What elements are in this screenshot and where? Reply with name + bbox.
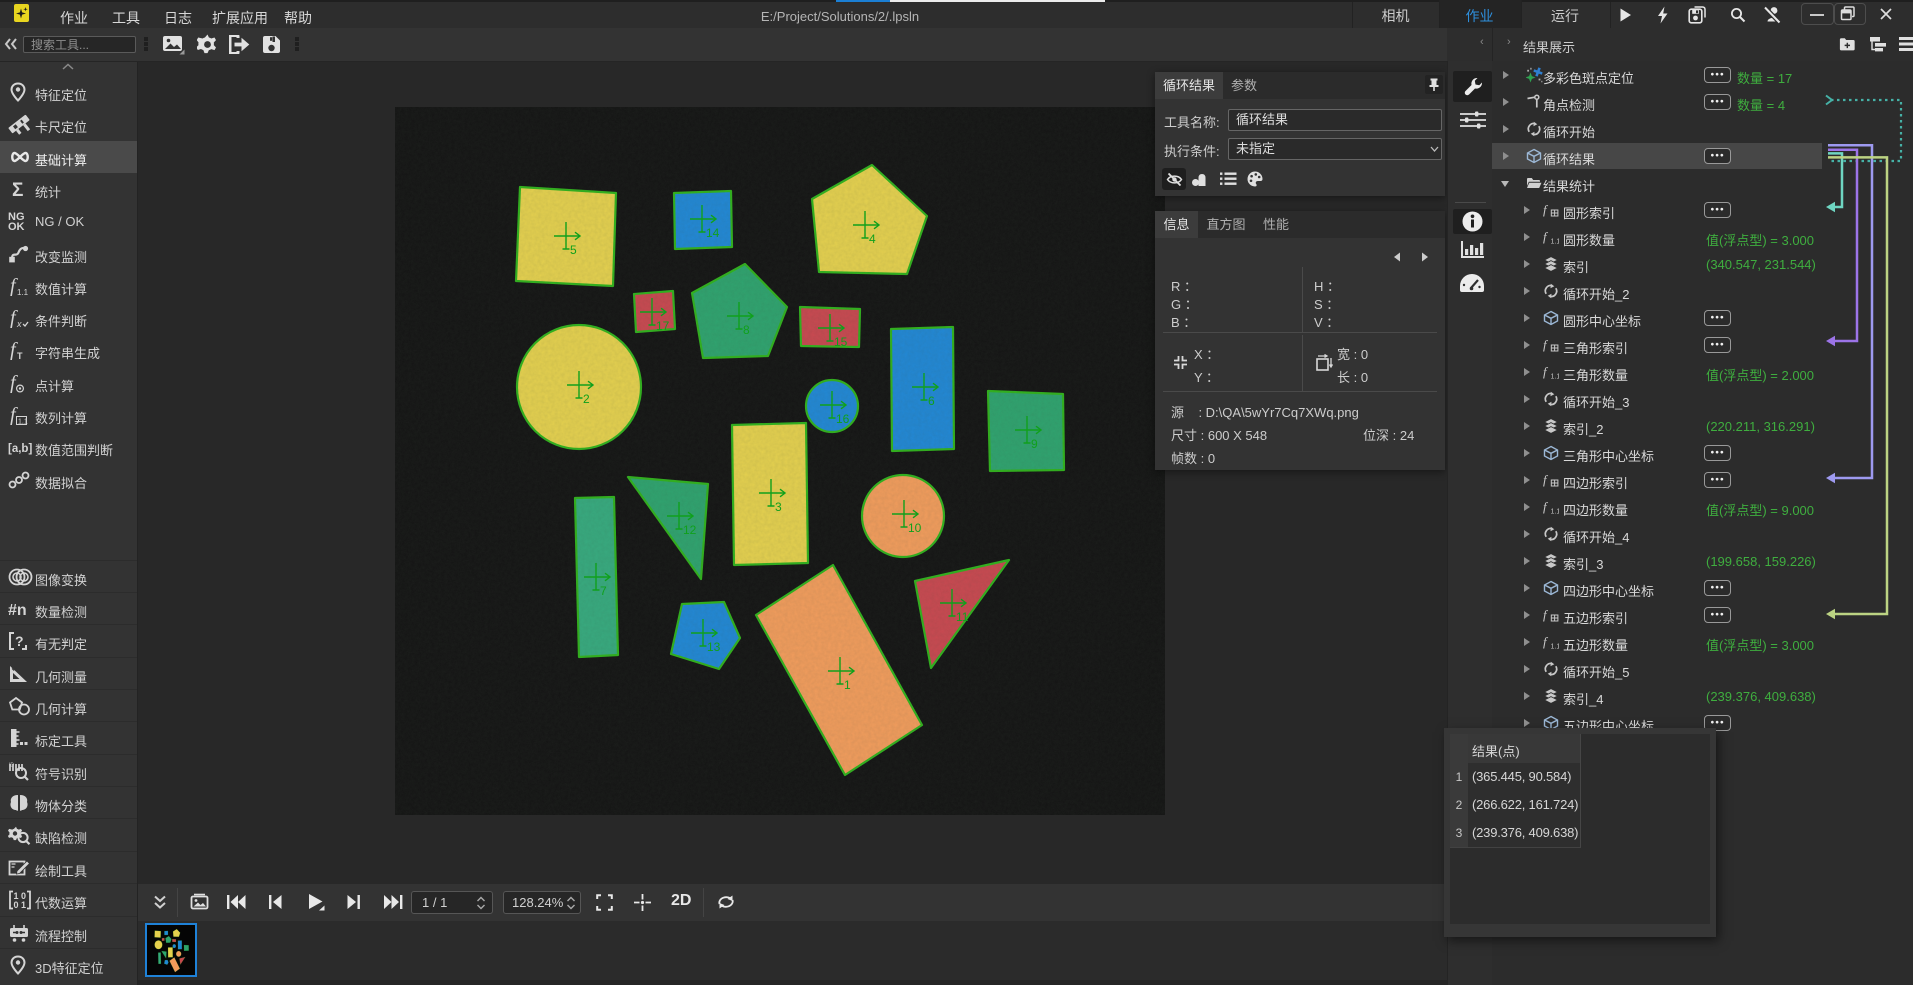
svg-text:7: 7 <box>600 584 607 598</box>
svg-text:13: 13 <box>707 640 721 654</box>
svg-text:[a,b]: [a,b] <box>8 443 32 455</box>
svg-text:4: 4 <box>869 232 876 246</box>
svg-text:10: 10 <box>908 521 922 535</box>
svg-text:0 1: 0 1 <box>14 900 27 910</box>
svg-text:Σ: Σ <box>12 180 23 199</box>
svg-text:12: 12 <box>683 523 697 537</box>
svg-text:x: x <box>16 319 22 328</box>
svg-text:16: 16 <box>836 412 850 426</box>
svg-text:3: 3 <box>775 500 782 514</box>
svg-text:1,1: 1,1 <box>18 419 28 426</box>
svg-text:11: 11 <box>956 610 969 624</box>
svg-text:14: 14 <box>706 226 720 240</box>
svg-text:#n: #n <box>8 602 27 619</box>
svg-text:2: 2 <box>583 392 590 406</box>
svg-text:6: 6 <box>928 394 935 408</box>
svg-text:9: 9 <box>1031 437 1038 451</box>
svg-text:?: ? <box>15 633 24 649</box>
svg-text:15: 15 <box>834 335 848 349</box>
svg-text:T: T <box>17 351 23 360</box>
svg-text:ID: ID <box>9 763 14 769</box>
svg-text:1: 1 <box>844 678 851 692</box>
svg-text:5: 5 <box>570 243 577 257</box>
svg-text:17: 17 <box>656 319 670 333</box>
svg-text:OK: OK <box>8 221 25 231</box>
svg-text:1.1: 1.1 <box>17 288 29 296</box>
svg-text:8: 8 <box>743 323 750 337</box>
